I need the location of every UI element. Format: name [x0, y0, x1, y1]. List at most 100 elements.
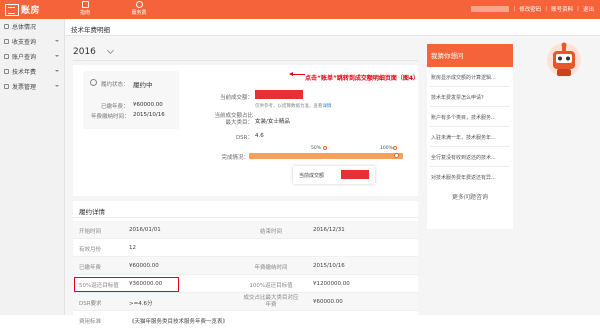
details-link[interactable]: 详情 — [323, 104, 332, 109]
faq-item[interactable]: 全行复没有收到返还的技术... — [431, 154, 511, 161]
cell-value: 2016/12/31 — [313, 227, 345, 233]
divider — [73, 217, 418, 218]
brand-logo[interactable]: 账房 — [5, 3, 45, 16]
divider — [430, 106, 510, 107]
logout-link[interactable]: 退出 — [583, 5, 594, 13]
detail-card: 履约详情 开始时间 2016/01/01 结束时间 2016/12/31 有效月… — [73, 201, 418, 325]
completion-progress-bar — [249, 153, 403, 159]
status-label: 履约状态： — [101, 82, 129, 88]
chevron-down-icon — [55, 40, 59, 42]
sidebar-item-overview[interactable]: 总体情况 — [0, 19, 64, 34]
cell-label: 成交占比最大类目对应年费 — [243, 295, 299, 308]
status-value: 履约中 — [133, 81, 153, 89]
dsr-value: 4.6 — [255, 133, 264, 139]
overview-icon — [4, 24, 9, 29]
cell-label: 有效月份 — [79, 247, 102, 253]
paid-fee-value: ¥60000.00 — [133, 102, 163, 108]
sidebar-item-invoice[interactable]: 发票管理 — [0, 79, 64, 94]
detail-title: 履约详情 — [79, 208, 105, 216]
user-name-redacted — [471, 6, 510, 12]
sidebar-item-label: 发票管理 — [12, 84, 37, 91]
cell-value: ¥60000.00 — [129, 263, 159, 269]
divider — [73, 60, 418, 61]
chevron-down-icon — [55, 85, 59, 87]
cell-value: ¥60000.00 — [313, 299, 343, 305]
sidebar-item-label: 账户查询 — [12, 54, 37, 61]
topnav-guide[interactable]: 指南 — [70, 1, 100, 16]
progress-knob — [394, 153, 400, 158]
tech-fee-icon — [4, 69, 9, 74]
divider — [430, 146, 510, 147]
account-icon — [4, 54, 9, 59]
cell-label: 已缴年费 — [79, 265, 102, 271]
reference-note-text: 仅供参考，以结算数据为准，查看 — [255, 104, 323, 109]
annotation-text: 点击“账单”跳转到成交额明细页面（图4） — [305, 75, 420, 82]
tooltip-value-redacted — [341, 170, 369, 179]
mark-100-label: 100% — [380, 146, 393, 151]
sidebar-item-label: 收支查询 — [12, 39, 37, 46]
page-title: 技术年费明细 — [65, 19, 600, 36]
table-row: DSR要求 >=4.6分 成交占比最大类目对应年费 ¥60000.00 — [73, 293, 418, 311]
cell-label: 结束时间 — [259, 229, 282, 235]
sidebar-item-account[interactable]: 账户查询 — [0, 49, 64, 64]
highlight-box — [74, 277, 179, 292]
faq-item[interactable]: 账房显示成交额的计算逻辑... — [431, 74, 511, 81]
sidebar-item-tech-fee[interactable]: 技术年费 — [0, 64, 64, 79]
cell-value: ¥1200000.00 — [313, 281, 350, 287]
current-deal-label: 当前成交额： — [219, 95, 253, 101]
change-password-link[interactable]: 修改密码 — [519, 5, 541, 13]
faq-item[interactable]: 入驻未满一年，技术服务年... — [431, 134, 511, 141]
chevron-down-icon — [55, 70, 59, 72]
tooltip-label: 当前成交额 — [299, 173, 325, 179]
topnav-fee-label: 服务费 — [131, 10, 147, 16]
cell-label: DSR要求 — [79, 301, 102, 307]
mark-50-icon — [323, 146, 327, 150]
separator: | — [577, 6, 579, 12]
chevron-down-icon — [106, 46, 114, 55]
table-row: 开始时间 2016/01/01 结束时间 2016/12/31 — [73, 221, 418, 239]
faq-item[interactable]: 对技术服务费年费返还有异... — [431, 174, 511, 181]
cell-value: 12 — [129, 245, 136, 251]
faq-item[interactable]: 技术年费发票怎么申请? — [431, 94, 511, 101]
annotation-arrow-line — [291, 74, 305, 75]
invoice-icon — [4, 84, 9, 89]
reference-note: 仅供参考，以结算数据为准，查看详情 — [255, 103, 332, 109]
cell-label: 100%返还目标值 — [249, 283, 293, 289]
year-value: 2016 — [73, 47, 96, 57]
topnav-fee[interactable]: 服务费 — [124, 1, 154, 16]
separator: | — [513, 6, 516, 12]
cell-value: 2016/01/01 — [129, 227, 161, 233]
divider — [430, 86, 510, 87]
cell-label: 年费缴纳时间 — [254, 265, 288, 271]
paid-fee-label: 已缴年费： — [101, 104, 129, 110]
table-row: 费用标准 《天猫年服务类目技术服务年费一览表》 — [73, 311, 418, 329]
clock-icon — [90, 79, 97, 86]
mark-100-icon — [393, 146, 397, 150]
sidebar-item-label: 技术年费 — [12, 69, 37, 76]
chevron-down-icon — [55, 55, 59, 57]
summary-card: 履约状态： 履约中 已缴年费： ¥60000.00 年费缴纳时间： 2015/1… — [73, 65, 420, 196]
dsr-label: DSR： — [235, 135, 253, 141]
sidebar-item-income[interactable]: 收支查询 — [0, 34, 64, 49]
fee-standard-link[interactable]: 《天猫年服务类目技术服务年费一览表》 — [129, 317, 228, 325]
more-questions-button[interactable]: 更多问题咨询 — [427, 191, 513, 205]
top-bar: 账房 指南 服务费 | 修改密码 | 账号资料 | 退出 — [0, 0, 600, 19]
main-content: 技术年费明细 2016 履约状态： 履约中 已缴年费： ¥60000.00 年费… — [65, 19, 600, 325]
completion-label: 完成情况： — [221, 155, 249, 161]
divider — [430, 166, 510, 167]
year-selector[interactable]: 2016 — [73, 46, 114, 57]
fee-icon — [135, 1, 143, 8]
cell-label: 费用标准 — [79, 319, 102, 325]
current-deal-tooltip: 当前成交额 — [293, 166, 375, 184]
account-info-link[interactable]: 账号资料 — [551, 5, 573, 13]
faq-item[interactable]: 账户有多个类目，技术服务... — [431, 114, 511, 121]
pay-time-label: 年费缴纳时间： — [91, 114, 130, 120]
category-value: 女装/女士精品 — [255, 119, 290, 125]
top-right-links: | 修改密码 | 账号资料 | 退出 — [471, 5, 594, 13]
brand-name: 账房 — [21, 6, 41, 16]
topnav-guide-label: 指南 — [79, 10, 90, 16]
sidebar: 总体情况 收支查询 账户查询 技术年费 发票管理 — [0, 19, 65, 315]
sidebar-item-label: 总体情况 — [12, 24, 37, 31]
mark-50-label: 50% — [311, 146, 322, 151]
cell-value: >=4.6分 — [129, 301, 153, 307]
